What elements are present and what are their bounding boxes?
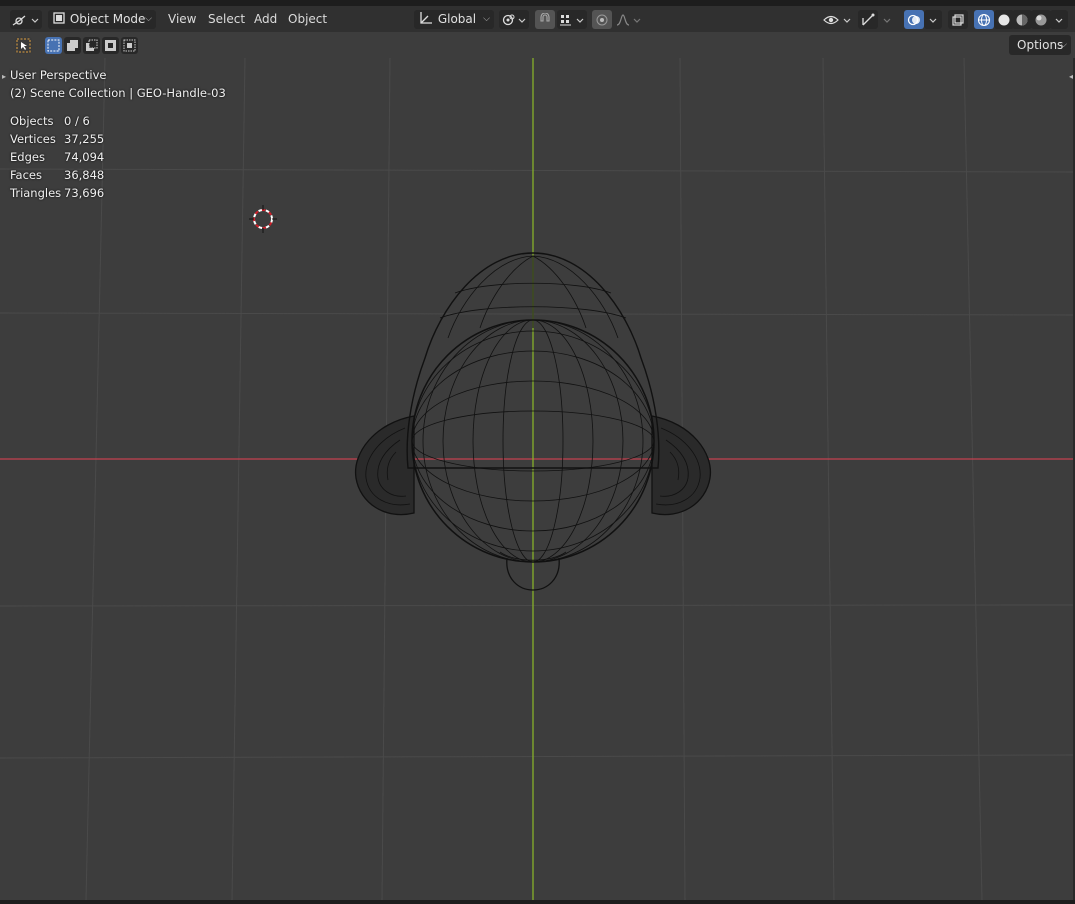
snap-target-button[interactable] xyxy=(557,10,587,29)
overlay-dropdown[interactable] xyxy=(924,10,942,29)
shading-rendered-icon xyxy=(1035,14,1047,25)
stat-value: 37,255 xyxy=(64,132,105,146)
snap-toggle[interactable] xyxy=(535,10,555,29)
select-subtract-icon xyxy=(86,39,98,51)
stat-row: Objects 0 / 6 xyxy=(10,112,226,130)
stat-label: Edges xyxy=(10,150,45,164)
toolbar-expand-arrow-icon[interactable]: ▸ xyxy=(2,72,6,81)
select-tool-button[interactable] xyxy=(15,37,32,54)
select-mode-invert[interactable] xyxy=(102,37,119,54)
menu-object[interactable]: Object xyxy=(288,6,327,32)
cursor-icon xyxy=(249,205,277,233)
select-mode-subtract[interactable] xyxy=(83,37,100,54)
pivot-icon xyxy=(502,14,526,25)
visibility-icon xyxy=(823,15,851,24)
overlay-icon xyxy=(907,14,920,25)
gizmo-toggle[interactable] xyxy=(858,10,878,29)
snap-icon xyxy=(540,12,550,22)
editor-type-icon xyxy=(12,15,39,26)
select-extend-icon xyxy=(67,40,78,51)
transform-orientation-dropdown[interactable]: Global ⌵ xyxy=(414,10,494,29)
stat-row: Vertices 37,255 xyxy=(10,130,226,148)
chevron-down-icon xyxy=(929,18,937,23)
shading-wireframe-icon xyxy=(977,13,991,26)
editor-type-button[interactable] xyxy=(10,10,42,29)
viewport-header: Object Mode ⌵ View Select Add Object Glo… xyxy=(0,6,1075,32)
xray-icon xyxy=(952,13,964,26)
chevron-down-icon: ⌵ xyxy=(1060,40,1067,50)
stat-label: Triangles xyxy=(10,186,62,200)
shading-solid-button[interactable] xyxy=(994,10,1014,29)
tool-settings-row xyxy=(0,32,1075,58)
shading-material-button[interactable] xyxy=(1012,10,1032,29)
scene-statistics: Objects 0 / 6 Vertices 37,255 Edges 74,094 … xyxy=(10,112,226,202)
active-collection-label: (2) Scene Collection | GEO-Handle-03 xyxy=(10,86,226,100)
mesh-ear-right xyxy=(651,415,712,516)
stat-label: Vertices xyxy=(10,132,56,146)
stat-label: Faces xyxy=(10,168,42,182)
chevron-down-icon: ⌵ xyxy=(145,14,152,24)
shading-solid-icon xyxy=(998,14,1010,25)
select-intersect-icon xyxy=(123,39,136,52)
select-new-icon xyxy=(47,39,60,52)
gizmo-icon xyxy=(862,13,875,25)
snap-increment-icon xyxy=(560,14,584,25)
chevron-down-icon xyxy=(1055,18,1063,23)
select-mode-extend[interactable] xyxy=(64,37,81,54)
3d-cursor[interactable] xyxy=(249,205,277,233)
stat-value: 0 / 6 xyxy=(64,114,90,128)
chevron-down-icon xyxy=(883,18,891,23)
visibility-button[interactable] xyxy=(822,10,854,29)
object-mode-dropdown[interactable]: Object Mode ⌵ xyxy=(48,10,156,29)
shading-dropdown[interactable] xyxy=(1050,10,1068,29)
stat-row: Edges 74,094 xyxy=(10,148,226,166)
mesh-ear-left xyxy=(354,415,415,516)
stat-value: 36,848 xyxy=(64,168,105,182)
viewport-info-overlay: User Perspective (2) Scene Collection | … xyxy=(10,66,226,202)
select-mode-new[interactable] xyxy=(45,37,62,54)
view-perspective-label: User Perspective xyxy=(10,68,107,82)
options-dropdown[interactable]: Options ⌵ xyxy=(1009,35,1071,55)
stat-value: 73,696 xyxy=(64,186,105,200)
proportional-falloff-button[interactable] xyxy=(614,10,644,29)
select-invert-icon xyxy=(105,40,116,51)
stat-row: Faces 36,848 xyxy=(10,166,226,184)
shading-wireframe-button[interactable] xyxy=(974,10,994,29)
falloff-icon xyxy=(616,13,641,26)
xray-toggle[interactable] xyxy=(948,10,968,29)
proportional-edit-icon xyxy=(596,14,608,25)
chevron-down-icon: ⌵ xyxy=(483,14,490,24)
transform-orientation-label: Global xyxy=(437,12,477,26)
menu-add[interactable]: Add xyxy=(254,6,277,32)
object-mode-icon xyxy=(53,12,65,24)
select-tool-icon xyxy=(16,38,31,53)
select-mode-intersect[interactable] xyxy=(121,37,138,54)
shading-material-icon xyxy=(1016,14,1028,25)
pivot-point-button[interactable] xyxy=(499,10,529,29)
stat-value: 74,094 xyxy=(64,150,105,164)
shading-rendered-button[interactable] xyxy=(1031,10,1051,29)
menu-select[interactable]: Select xyxy=(208,6,245,32)
options-label: Options xyxy=(1017,38,1064,52)
menu-view[interactable]: View xyxy=(168,6,196,32)
overlay-toggle[interactable] xyxy=(904,10,924,29)
proportional-edit-toggle[interactable] xyxy=(592,10,612,29)
stat-row: Triangles 73,696 xyxy=(10,184,226,202)
viewport-bottom-border xyxy=(0,900,1075,904)
gizmo-dropdown[interactable] xyxy=(878,10,896,29)
object-mode-label: Object Mode xyxy=(69,12,146,26)
transform-orientation-icon xyxy=(420,12,432,24)
sidebar-expand-arrow-icon[interactable]: ◂ xyxy=(1069,72,1073,81)
stat-label: Objects xyxy=(10,114,54,128)
